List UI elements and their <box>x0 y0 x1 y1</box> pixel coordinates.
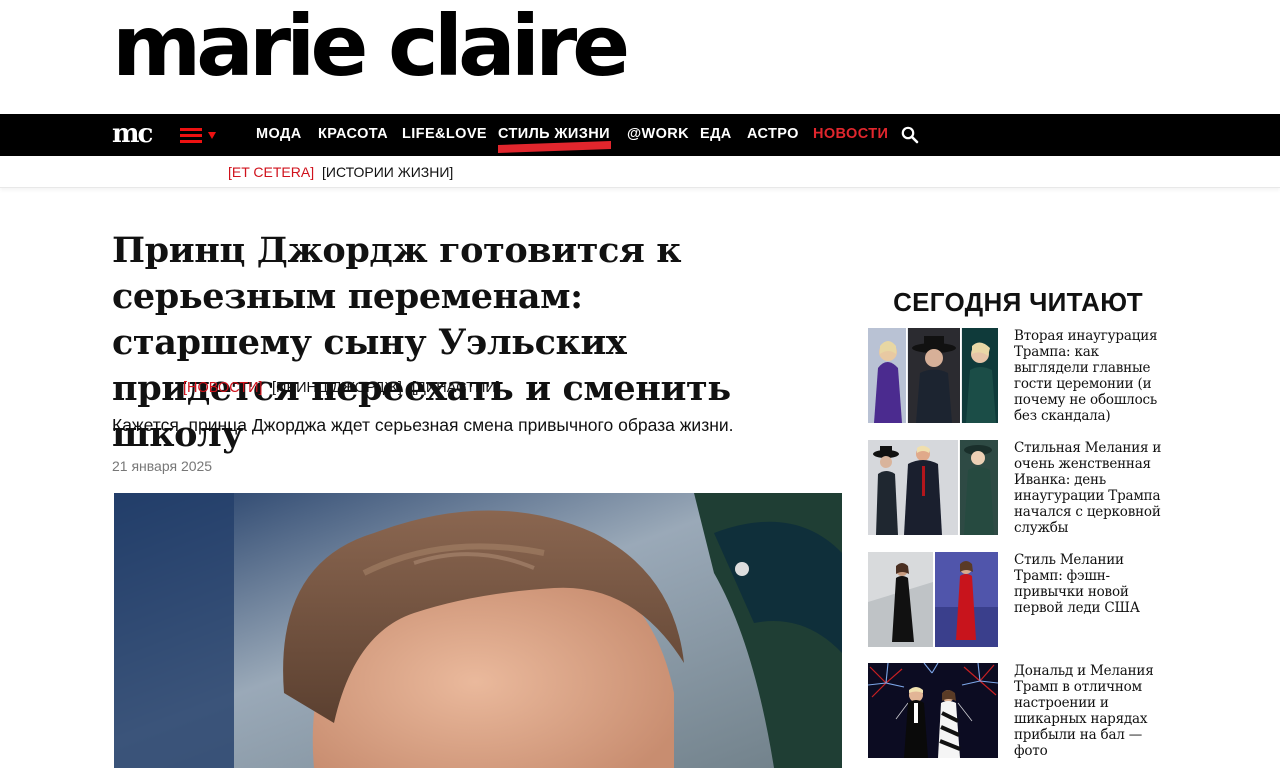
chevron-down-icon <box>208 132 216 139</box>
site-header: marie claire <box>0 0 1280 114</box>
sidebar-card[interactable]: Стильная Мелания и очень женственная Ива… <box>868 440 1178 536</box>
tag-novosti[interactable]: [НОВОСТИ] <box>183 380 263 396</box>
nav-item-work[interactable]: @WORK <box>627 126 689 143</box>
search-icon[interactable] <box>900 125 920 145</box>
sidebar-card-title[interactable]: Вторая инаугурация Трампа: как выглядели… <box>1014 328 1174 424</box>
subnav-item-istorii-zhizni[interactable]: [ИСТОРИИ ЖИЗНИ] <box>322 164 453 180</box>
article-hero-image <box>114 493 842 768</box>
sidebar-card[interactable]: Стиль Мелании Трамп: фэшн-привычки новой… <box>868 552 1178 648</box>
nav-item-eda[interactable]: ЕДА <box>700 126 732 143</box>
menu-hamburger-icon[interactable] <box>180 126 220 146</box>
article-date: 21 января 2025 <box>112 458 213 474</box>
article-lead: Кажется, принца Джорджа ждет серьезная с… <box>112 415 734 435</box>
tag-dinastii[interactable]: [ДИНАСТИИ] <box>412 380 500 396</box>
sidebar-card-title[interactable]: Стиль Мелании Трамп: фэшн-привычки новой… <box>1014 552 1174 616</box>
sidebar-card-title[interactable]: Дональд и Мелания Трамп в отличном настр… <box>1014 663 1174 759</box>
sidebar-card-thumbnail <box>868 552 998 647</box>
nav-item-krasota[interactable]: КРАСОТА <box>318 126 388 143</box>
tag-prince-george[interactable]: [ПРИНЦ ДЖОРДЖ] <box>272 380 402 396</box>
subnav-item-et-cetera[interactable]: [ET CETERA] <box>228 164 314 180</box>
sidebar-card-thumbnail <box>868 663 998 758</box>
sidebar-card-thumbnail <box>868 440 998 535</box>
mc-logo[interactable]: mc <box>112 120 153 148</box>
sidebar-card-title[interactable]: Стильная Мелания и очень женственная Ива… <box>1014 440 1174 536</box>
nav-item-moda[interactable]: МОДА <box>256 126 302 143</box>
sub-nav: [ET CETERA] [ИСТОРИИ ЖИЗНИ] <box>0 156 1280 188</box>
sidebar-title: СЕГОДНЯ ЧИТАЮТ <box>893 287 1143 317</box>
sidebar-card-thumbnail <box>868 328 998 423</box>
nav-item-stil-zhizni[interactable]: СТИЛЬ ЖИЗНИ <box>498 126 610 143</box>
sidebar-card[interactable]: Дональд и Мелания Трамп в отличном настр… <box>868 663 1178 759</box>
nav-item-novosti[interactable]: НОВОСТИ <box>813 126 888 143</box>
nav-item-life-love[interactable]: LIFE&LOVE <box>402 126 487 143</box>
site-logo[interactable]: marie claire <box>112 4 630 88</box>
nav-item-astro[interactable]: АСТРО <box>747 126 799 143</box>
sidebar-card[interactable]: Вторая инаугурация Трампа: как выглядели… <box>868 328 1178 424</box>
main-nav: mc МОДА КРАСОТА LIFE&LOVE СТИЛЬ ЖИЗНИ @W… <box>0 114 1280 156</box>
